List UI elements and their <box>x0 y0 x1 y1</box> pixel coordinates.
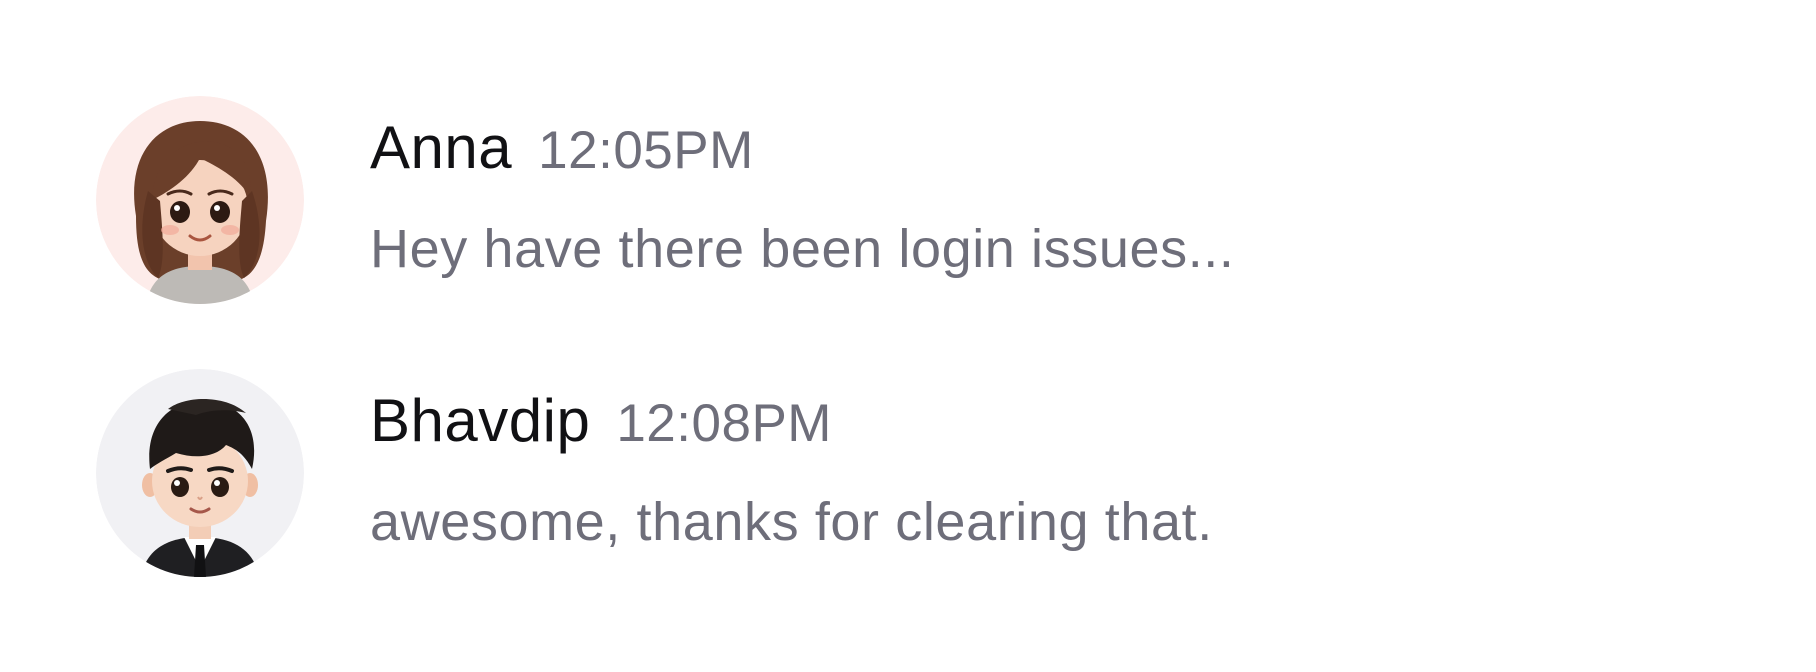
boy-avatar-icon <box>96 369 304 577</box>
message-item[interactable]: Bhavdip 12:08PM awesome, thanks for clear… <box>96 369 1696 579</box>
avatar[interactable] <box>96 369 304 577</box>
girl-avatar-icon <box>96 96 304 304</box>
message-item[interactable]: Anna 12:05PM Hey have there been login is… <box>96 96 1696 306</box>
avatar[interactable] <box>96 96 304 304</box>
sender-name[interactable]: Anna <box>370 114 512 181</box>
sender-name[interactable]: Bhavdip <box>370 387 590 454</box>
message-meta: Anna 12:05PM <box>370 118 754 178</box>
message-meta: Bhavdip 12:08PM <box>370 391 832 451</box>
timestamp: 12:05PM <box>538 121 754 180</box>
timestamp: 12:08PM <box>616 394 832 453</box>
message-list: Anna 12:05PM Hey have there been login is… <box>0 0 1816 672</box>
message-text: Hey have there been login issues... <box>370 219 1235 279</box>
message-text: awesome, thanks for clearing that. <box>370 492 1213 552</box>
